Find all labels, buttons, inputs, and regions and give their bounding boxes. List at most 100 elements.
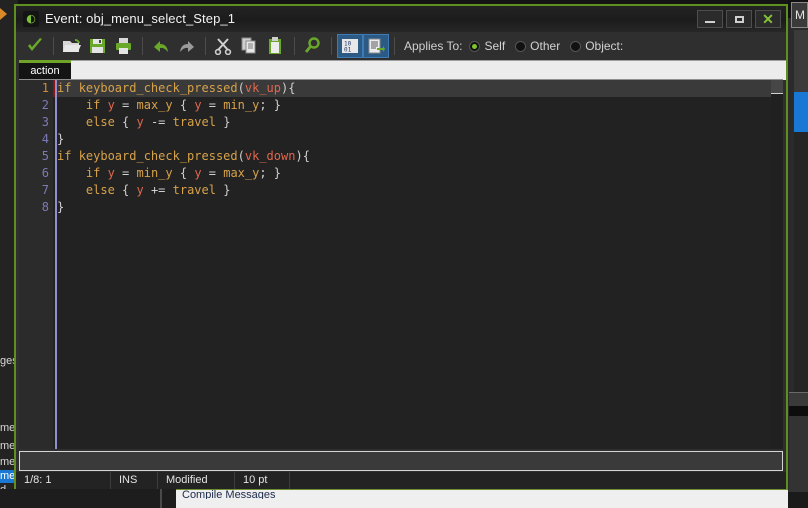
open-file-button[interactable] [59, 34, 85, 58]
background-scrollbar-thumb[interactable] [794, 92, 808, 132]
code-token: ; } [259, 98, 282, 112]
radio-dot-icon [469, 40, 481, 52]
code-token: = [114, 98, 137, 112]
code-token: = [201, 166, 224, 180]
minimize-button[interactable] [697, 10, 723, 28]
code-token: vk_up [244, 81, 281, 95]
code-token: vk_down [244, 149, 296, 163]
check-icon [28, 38, 42, 51]
status-insert-mode: INS [111, 472, 158, 489]
code-token: ) [295, 149, 303, 163]
line-number: 8 [41, 200, 49, 214]
copy-pages-icon [241, 37, 256, 54]
code-line[interactable]: if keyboard_check_pressed(vk_up){ [57, 80, 771, 97]
applies-to-radio-label: Other [530, 39, 561, 53]
code-line[interactable]: else { y -= travel } [57, 114, 771, 131]
applies-to-radio-self[interactable]: Self [469, 39, 505, 53]
code-line[interactable]: if keyboard_check_pressed(vk_down){ [57, 148, 771, 165]
code-line[interactable]: } [57, 199, 771, 216]
code-token: { [302, 149, 310, 163]
code-token: y [107, 98, 115, 112]
save-file-button[interactable] [85, 34, 111, 58]
status-spacer [290, 472, 786, 489]
editor-horizontal-scrollbar[interactable] [19, 451, 783, 471]
binary-code-icon: 10 01 [342, 39, 358, 54]
code-token: if [57, 81, 72, 95]
background-bottom-left-strip [0, 489, 176, 508]
code-token: min_y [223, 98, 260, 112]
code-token: = [114, 166, 137, 180]
code-token: { [288, 81, 296, 95]
confirm-check-button[interactable] [22, 34, 48, 58]
status-modified: Modified [158, 472, 235, 489]
applies-to-radio-object[interactable]: Object: [570, 39, 623, 53]
maximize-button[interactable] [726, 10, 752, 28]
minimize-icon [705, 21, 715, 23]
line-number: 3 [41, 115, 49, 129]
background-scrollbar-track-upper[interactable] [794, 30, 808, 92]
code-token: else [57, 115, 123, 129]
code-token: -= [143, 115, 173, 129]
code-token: } [215, 115, 231, 129]
code-view-button[interactable]: 10 01 [337, 34, 363, 58]
copy-button[interactable] [237, 34, 263, 58]
tab-action[interactable]: action [19, 63, 71, 80]
editor-vertical-scrollbar[interactable] [771, 80, 783, 449]
code-token: } [57, 200, 65, 214]
status-font-size: 10 pt [235, 472, 290, 489]
redo-button[interactable] [174, 34, 200, 58]
cut-button[interactable] [211, 34, 237, 58]
code-text[interactable]: if keyboard_check_pressed(vk_up){ if y =… [57, 80, 771, 216]
code-token: if [57, 149, 72, 163]
applies-to-label: Applies To: [404, 39, 463, 53]
code-token: min_y [136, 166, 173, 180]
code-token: travel [172, 183, 216, 197]
window-title: Event: obj_menu_select_Step_1 [45, 11, 236, 26]
print-button[interactable] [111, 34, 137, 58]
code-line[interactable]: if y = min_y { y = max_y; } [57, 165, 771, 182]
document-arrow-icon [368, 38, 385, 54]
printer-icon [116, 38, 131, 54]
undo-button[interactable] [148, 34, 174, 58]
background-panel-box-1 [789, 392, 808, 406]
gamemaker-icon: ◐ [23, 11, 39, 27]
code-token: } [57, 132, 65, 146]
code-line[interactable]: if y = max_y { y = min_y; } [57, 97, 771, 114]
applies-to-group: Applies To: Self Other Object: [404, 39, 633, 53]
code-token: keyboard_check_pressed [78, 149, 238, 163]
close-button[interactable]: ✕ [755, 10, 781, 28]
code-token: y [194, 166, 202, 180]
folder-open-icon [63, 38, 81, 52]
clipboard-icon [269, 37, 281, 54]
paste-button[interactable] [263, 34, 289, 58]
script-insert-button[interactable] [363, 34, 389, 58]
toolbar-separator [394, 37, 395, 55]
code-editor-window: ◐ Event: obj_menu_select_Step_1 ✕ 10 01 … [14, 4, 788, 489]
scissors-icon [214, 38, 232, 55]
search-button[interactable] [300, 34, 326, 58]
floppy-disk-icon [90, 39, 105, 53]
background-right-tab[interactable]: M [791, 2, 808, 28]
background-orange-arrow-icon [0, 8, 7, 20]
code-editor-area[interactable]: 12345678 if keyboard_check_pressed(vk_up… [19, 79, 783, 449]
toolbar-separator [294, 37, 295, 55]
maximize-icon [734, 15, 744, 23]
toolbar-separator [53, 37, 54, 55]
line-number: 6 [41, 166, 49, 180]
background-scrollbar-track-lower[interactable] [794, 132, 808, 392]
code-token: ( [237, 149, 245, 163]
applies-to-radios: Self Other Object: [469, 39, 633, 53]
code-token: ( [237, 81, 245, 95]
code-line[interactable]: } [57, 131, 771, 148]
editor-scrollbar-thumb[interactable] [771, 80, 783, 94]
editor-statusbar: 1/8: 1 INS Modified 10 pt [16, 472, 786, 489]
code-token: y [194, 98, 202, 112]
code-token: { [122, 115, 137, 129]
applies-to-radio-other[interactable]: Other [515, 39, 560, 53]
background-text-fragment: me [0, 456, 16, 468]
code-line[interactable]: else { y += travel } [57, 182, 771, 199]
toolbar-separator [142, 37, 143, 55]
window-titlebar[interactable]: ◐ Event: obj_menu_select_Step_1 ✕ [16, 6, 786, 32]
